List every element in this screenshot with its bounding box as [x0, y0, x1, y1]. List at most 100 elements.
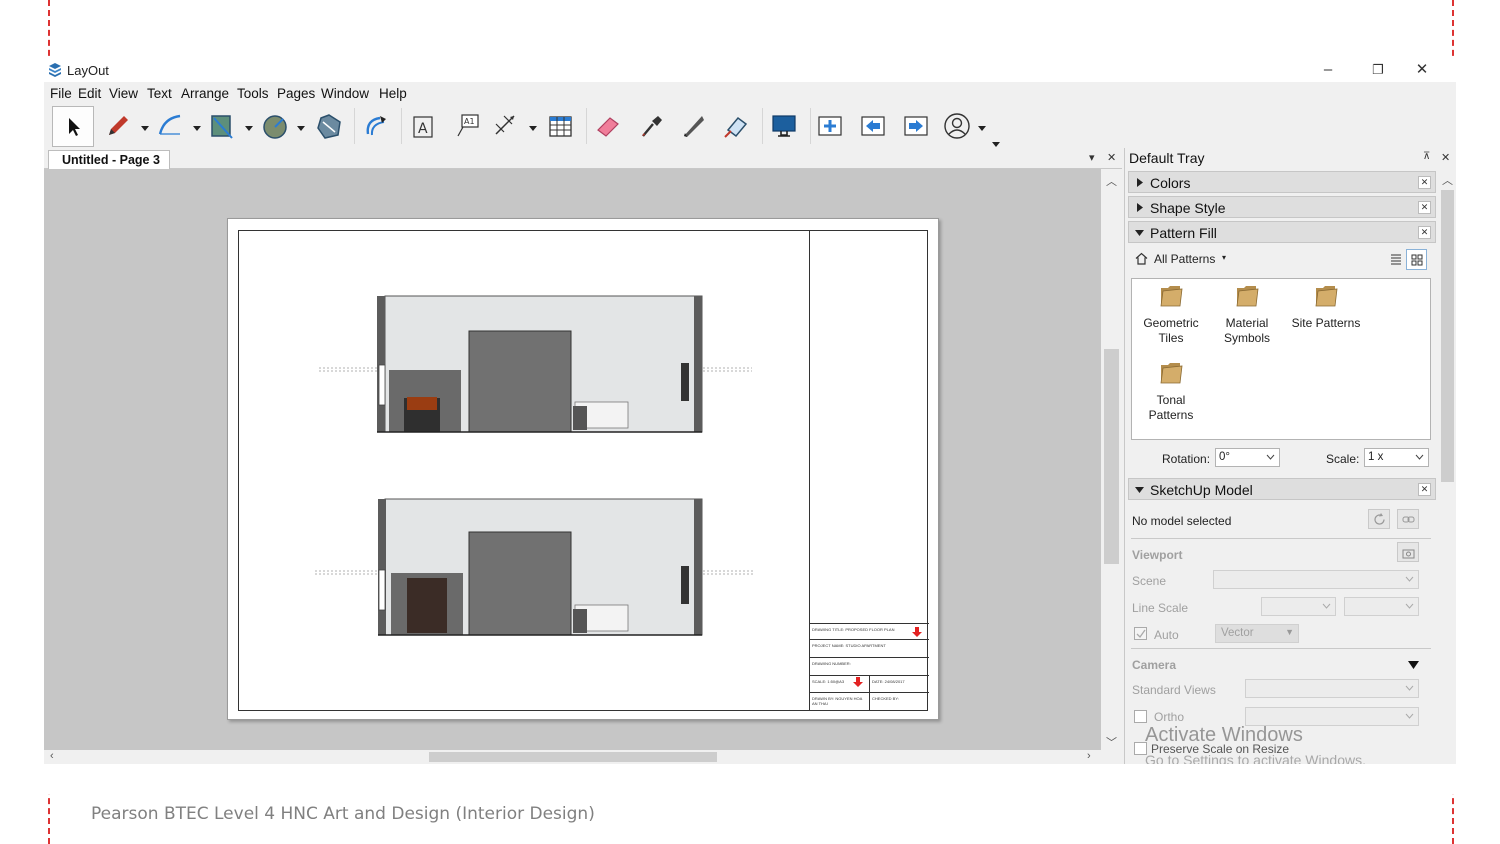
scale-select[interactable]: 1 x [1364, 448, 1429, 467]
split-icon[interactable] [678, 110, 710, 142]
rotation-select[interactable]: 0° [1215, 448, 1280, 467]
canvas-horizontal-scroll-thumb[interactable] [429, 752, 717, 762]
render-mode-value: Vector [1221, 627, 1254, 639]
tray-scroll-up-icon[interactable]: ︿ [1442, 172, 1453, 188]
tray-close-icon[interactable]: ✕ [1441, 151, 1450, 164]
ortho-checkbox[interactable] [1134, 710, 1147, 723]
restore-button[interactable]: ❐ [1356, 59, 1400, 81]
scale-value: 1 x [1368, 451, 1384, 463]
panel-close-icon[interactable]: ✕ [1418, 483, 1431, 496]
tray-title: Default Tray [1129, 150, 1205, 166]
menu-help[interactable]: Help [379, 86, 407, 101]
circle-icon[interactable] [259, 110, 291, 142]
title-bar: LayOut – ❐ ✕ [44, 58, 1456, 82]
toolbar-options-icon[interactable] [991, 136, 1001, 147]
text-icon[interactable]: A [407, 110, 439, 142]
grid-view-button[interactable] [1406, 249, 1427, 270]
elevation-lower [315, 498, 753, 636]
drawing-canvas[interactable]: DRAWING TITLE: PROPOSED FLOOR PLAN PROJE… [44, 169, 1101, 750]
account-dropdown-icon[interactable] [977, 120, 987, 131]
line-scale-select[interactable] [1261, 597, 1336, 616]
tab-close-icon[interactable]: ✕ [1107, 151, 1116, 164]
panel-close-icon[interactable]: ✕ [1418, 201, 1431, 214]
document-tab-label: Untitled - Page 3 [62, 153, 160, 167]
menu-arrange[interactable]: Arrange [181, 86, 229, 101]
folder-material-symbols[interactable]: Material Symbols [1214, 283, 1280, 346]
folder-tonal-patterns[interactable]: Tonal Patterns [1138, 360, 1204, 423]
slide-footer: Pearson BTEC Level 4 HNC Art and Design … [91, 804, 595, 824]
tray-vertical-scrollbar[interactable]: ︿ [1438, 170, 1456, 764]
account-icon[interactable] [941, 110, 973, 142]
scene-select[interactable] [1213, 570, 1419, 589]
minimize-button[interactable]: – [1306, 59, 1350, 81]
menu-window[interactable]: Window [321, 86, 369, 101]
panel-colors[interactable]: Colors ✕ [1128, 171, 1436, 193]
offset-icon[interactable] [360, 110, 392, 142]
pattern-breadcrumb[interactable]: All Patterns [1154, 252, 1215, 266]
refresh-model-button[interactable] [1368, 509, 1390, 529]
rectangle-icon[interactable] [206, 110, 238, 142]
menu-pages[interactable]: Pages [277, 86, 315, 101]
paper-sheet: DRAWING TITLE: PROPOSED FLOOR PLAN PROJE… [227, 218, 939, 720]
tray-scroll-thumb[interactable] [1441, 190, 1454, 482]
folder-icon [1160, 286, 1183, 307]
folder-site-patterns[interactable]: Site Patterns [1286, 283, 1366, 331]
panel-pattern-fill-label: Pattern Fill [1150, 225, 1217, 241]
select-icon[interactable] [57, 110, 89, 142]
eyedropper-icon[interactable] [635, 110, 667, 142]
previous-page-icon[interactable] [857, 110, 889, 142]
scroll-down-icon[interactable]: ﹀ [1106, 734, 1117, 750]
scroll-right-icon[interactable]: › [1087, 750, 1091, 762]
panel-pattern-fill[interactable]: Pattern Fill ✕ [1128, 221, 1436, 243]
eraser-icon[interactable] [592, 110, 624, 142]
dimension-icon[interactable] [490, 110, 522, 142]
table-icon[interactable] [544, 110, 576, 142]
camera-collapse-icon[interactable] [1408, 660, 1419, 670]
panel-sketchup-model[interactable]: SketchUp Model ✕ [1128, 478, 1436, 500]
toolbar-separator [586, 108, 587, 144]
scroll-left-icon[interactable]: ‹ [50, 750, 54, 762]
menu-file[interactable]: File [50, 86, 72, 101]
list-view-icon[interactable] [1390, 253, 1402, 265]
arc-dropdown-icon[interactable] [192, 120, 202, 131]
pencil-icon[interactable] [102, 110, 134, 142]
circle-dropdown-icon[interactable] [296, 120, 306, 131]
breadcrumb-dropdown-icon[interactable]: ▾ [1222, 253, 1226, 262]
viewport-camera-button[interactable] [1397, 542, 1419, 562]
line-scale-unit-select[interactable] [1344, 597, 1419, 616]
folder-geometric-tiles[interactable]: Geometric Tiles [1138, 283, 1204, 346]
pencil-dropdown-icon[interactable] [140, 120, 150, 131]
tray-pin-icon[interactable]: ⊼ [1423, 151, 1430, 162]
arc-icon[interactable] [154, 110, 186, 142]
menu-edit[interactable]: Edit [78, 86, 101, 101]
panel-close-icon[interactable]: ✕ [1418, 176, 1431, 189]
menu-tools[interactable]: Tools [237, 86, 269, 101]
add-page-icon[interactable] [814, 110, 846, 142]
close-button[interactable]: ✕ [1400, 59, 1444, 81]
presentation-icon[interactable] [768, 110, 800, 142]
scroll-up-icon[interactable]: ︿ [1106, 173, 1117, 189]
canvas-vertical-scroll-thumb[interactable] [1104, 349, 1119, 564]
dimension-dropdown-icon[interactable] [528, 120, 538, 131]
canvas-horizontal-scrollbar[interactable]: ‹ › [44, 750, 1101, 764]
auto-checkbox[interactable] [1134, 627, 1147, 640]
folder-label-line1: Geometric [1143, 316, 1199, 330]
link-model-button[interactable] [1397, 509, 1419, 529]
label-icon[interactable]: A1 [450, 110, 482, 142]
next-page-icon[interactable] [900, 110, 932, 142]
panel-close-icon[interactable]: ✕ [1418, 226, 1431, 239]
rectangle-dropdown-icon[interactable] [244, 120, 254, 131]
titleblock-drawn-by: DRAWN BY: NGUYEN HOA AN THAI [810, 692, 870, 710]
polygon-icon[interactable] [313, 110, 345, 142]
menu-text[interactable]: Text [147, 86, 172, 101]
standard-views-select[interactable] [1245, 679, 1419, 698]
panel-shape-style[interactable]: Shape Style ✕ [1128, 196, 1436, 218]
join-icon[interactable] [720, 110, 752, 142]
document-tab[interactable]: Untitled - Page 3 [48, 150, 170, 169]
canvas-vertical-scrollbar[interactable]: ︿ ﹀ [1101, 169, 1122, 750]
home-icon[interactable] [1135, 252, 1148, 265]
watermark-mask [0, 764, 1500, 794]
menu-view[interactable]: View [109, 86, 138, 101]
tab-menu-icon[interactable]: ▾ [1089, 151, 1095, 164]
render-mode-select[interactable]: Vector ▼ [1215, 624, 1299, 643]
